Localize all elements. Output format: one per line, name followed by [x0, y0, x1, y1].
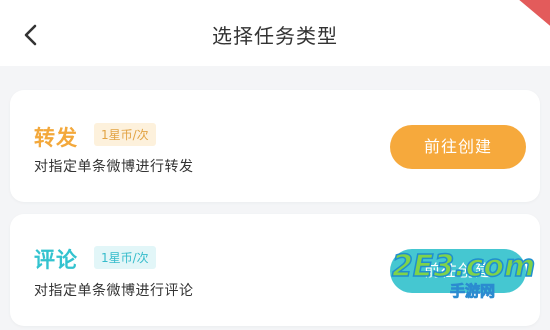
reward-badge: 1星币/次 [94, 123, 156, 146]
task-card-repost: 转发 1星币/次 对指定单条微博进行转发 前往创建 [10, 90, 540, 202]
task-card-comment: 评论 1星币/次 对指定单条微博进行评论 前往创建 [10, 214, 540, 326]
task-description: 对指定单条微博进行评论 [34, 283, 194, 299]
page-title: 选择任务类型 [212, 24, 338, 48]
task-description: 对指定单条微博进行转发 [34, 159, 194, 175]
task-name: 评论 [34, 248, 78, 272]
task-name: 转发 [34, 126, 78, 150]
top-bar: 选择任务类型 [0, 0, 550, 66]
reward-badge: 1星币/次 [94, 246, 156, 269]
create-comment-button[interactable]: 前往创建 [390, 249, 526, 293]
create-repost-button[interactable]: 前往创建 [390, 125, 526, 169]
